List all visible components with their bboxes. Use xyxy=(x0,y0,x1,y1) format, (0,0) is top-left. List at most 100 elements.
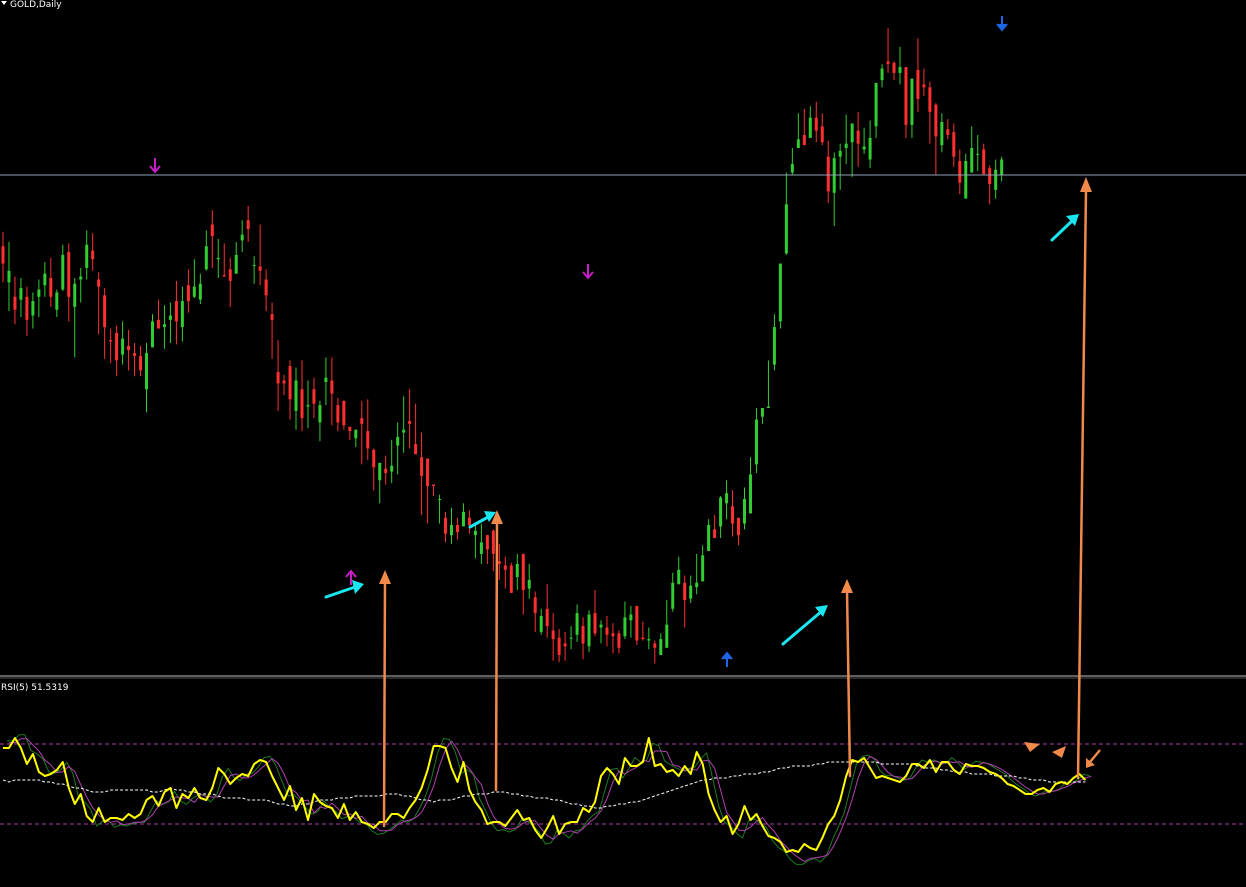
candle-body xyxy=(533,597,537,614)
bear-candle xyxy=(509,562,513,593)
candle-body xyxy=(192,286,196,297)
candle-body xyxy=(784,204,788,254)
candle-body xyxy=(252,265,256,266)
candle-body xyxy=(509,565,513,593)
candle-body xyxy=(55,292,59,310)
candle-body xyxy=(916,70,920,99)
candle-body xyxy=(635,605,639,641)
candle-body xyxy=(934,104,938,137)
candle-body xyxy=(701,555,705,582)
candle-body xyxy=(725,493,729,504)
candle-body xyxy=(461,512,465,527)
candle-body xyxy=(97,279,101,287)
candle-body xyxy=(838,150,842,157)
candle-body xyxy=(647,639,651,641)
candle-body xyxy=(270,314,274,320)
candle-body xyxy=(79,276,83,280)
candle-body xyxy=(444,517,448,534)
candle-body xyxy=(563,643,567,647)
candle-body xyxy=(731,506,735,524)
candle-body xyxy=(73,283,77,307)
candle-body xyxy=(856,130,860,144)
candle-body xyxy=(402,429,406,433)
candle-body xyxy=(910,78,914,125)
candle-body xyxy=(204,246,208,270)
candle-body xyxy=(25,296,29,320)
candle-body xyxy=(330,380,334,394)
candle-body xyxy=(479,542,483,554)
candle-body xyxy=(521,553,525,590)
candle-body xyxy=(964,161,968,199)
candle-body xyxy=(312,389,316,404)
candle-body xyxy=(623,617,627,637)
candle-body xyxy=(485,535,489,550)
candle-body xyxy=(198,283,202,300)
candle-body xyxy=(300,389,304,419)
candle-body xyxy=(988,168,992,185)
candle-body xyxy=(970,148,974,173)
candle-body xyxy=(778,263,782,322)
bull-candle xyxy=(778,263,782,329)
candle-body xyxy=(264,279,268,296)
candle-body xyxy=(874,83,878,127)
candle-body xyxy=(438,499,442,500)
candle-body xyxy=(515,564,519,577)
candle-body xyxy=(754,419,758,465)
candle-body xyxy=(455,525,459,533)
candle-body xyxy=(760,408,764,417)
candle-body xyxy=(348,426,352,432)
candle-body xyxy=(467,517,471,525)
candle-body xyxy=(748,474,752,514)
candle-body xyxy=(384,468,388,473)
candle-body xyxy=(737,517,741,536)
candle-body xyxy=(1000,159,1004,176)
candle-body xyxy=(85,244,89,268)
candle-body xyxy=(228,269,232,281)
candle-body xyxy=(7,270,11,283)
candle-body xyxy=(162,324,166,328)
candle-body xyxy=(719,497,723,527)
candle-body xyxy=(772,327,776,365)
candle-body xyxy=(366,431,370,449)
candle-body xyxy=(497,561,501,564)
candle-body xyxy=(414,444,418,455)
candle-body xyxy=(880,68,884,81)
candle-body xyxy=(820,126,824,143)
chart-title: GOLD,Daily xyxy=(1,0,62,10)
candle-body xyxy=(689,585,693,599)
candle-body xyxy=(862,146,866,150)
candle-body xyxy=(360,418,364,424)
candle-body xyxy=(940,122,944,146)
candle-body xyxy=(976,153,980,155)
candle-body xyxy=(659,639,663,655)
candle-body xyxy=(432,484,436,486)
candle-body xyxy=(145,353,149,390)
candle-body xyxy=(31,301,35,316)
candle-body xyxy=(186,285,190,302)
candle-body xyxy=(234,254,238,274)
chart-canvas: GOLD,Daily RSI(5) 51.5319 xyxy=(0,0,1246,887)
candle-body xyxy=(593,613,597,634)
candle-body xyxy=(952,132,956,157)
candle-body xyxy=(276,371,280,384)
candle-body xyxy=(109,340,113,342)
candle-body xyxy=(354,429,358,439)
candle-body xyxy=(886,61,890,65)
candle-body xyxy=(844,143,848,148)
candle-body xyxy=(569,637,573,639)
candle-body xyxy=(13,296,17,310)
candle-body xyxy=(19,288,23,300)
candle-body xyxy=(868,137,872,160)
candle-body xyxy=(61,254,65,290)
candle-body xyxy=(826,156,830,192)
candle-body xyxy=(671,582,675,609)
candle-body xyxy=(958,161,962,183)
candle-body xyxy=(557,637,561,655)
candle-body xyxy=(37,289,41,297)
candle-body xyxy=(294,380,298,411)
candle-body xyxy=(922,84,926,88)
candle-body xyxy=(904,67,908,125)
candle-body xyxy=(677,569,681,585)
bull-candle xyxy=(587,610,591,653)
candle-body xyxy=(617,633,621,648)
